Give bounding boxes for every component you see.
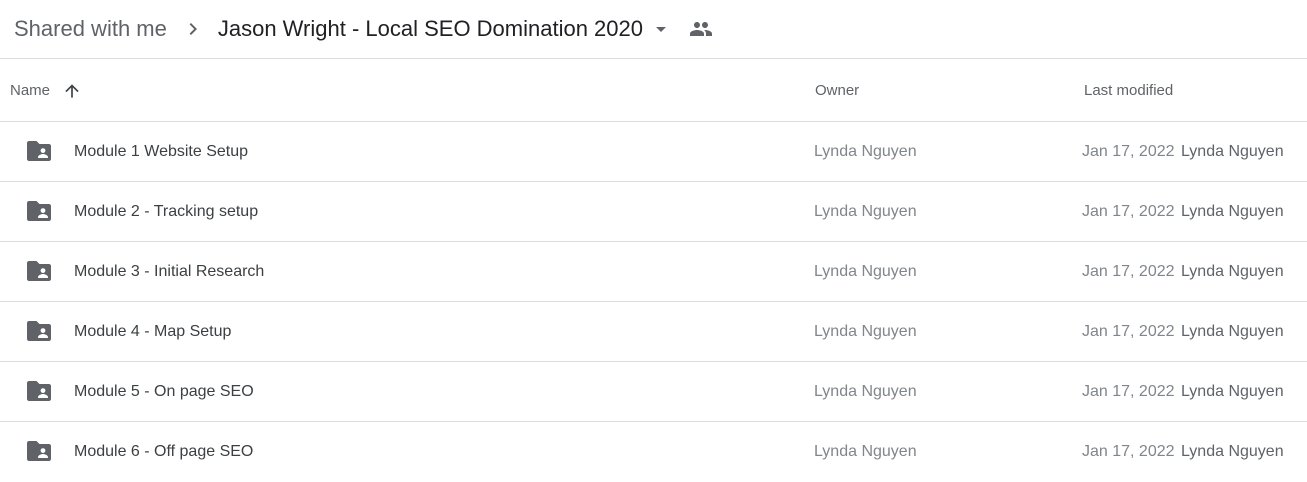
file-list: Module 1 Website Setup Lynda Nguyen Jan … xyxy=(0,122,1307,482)
column-header-name-label: Name xyxy=(10,82,51,99)
current-folder-title: Jason Wright - Local SEO Domination 2020 xyxy=(217,16,644,41)
breadcrumb-shared-with-me[interactable]: Shared with me xyxy=(14,12,167,46)
item-modified-date: Jan 17, 2022 xyxy=(1082,143,1175,160)
item-modified-by: Lynda Nguyen xyxy=(1181,203,1284,220)
table-row[interactable]: Module 4 - Map Setup Lynda Nguyen Jan 17… xyxy=(0,302,1307,362)
item-modified-by: Lynda Nguyen xyxy=(1181,383,1284,400)
column-header-owner-label: Owner xyxy=(815,82,860,99)
item-modified-date: Jan 17, 2022 xyxy=(1082,443,1175,460)
item-name: Module 2 - Tracking setup xyxy=(74,203,259,220)
item-modified-date: Jan 17, 2022 xyxy=(1082,263,1175,280)
table-row[interactable]: Module 3 - Initial Research Lynda Nguyen… xyxy=(0,242,1307,302)
shared-folder-icon xyxy=(26,199,52,223)
breadcrumb-current-folder[interactable]: Jason Wright - Local SEO Domination 2020 xyxy=(218,16,673,42)
table-row[interactable]: Module 1 Website Setup Lynda Nguyen Jan … xyxy=(0,122,1307,182)
item-owner: Lynda Nguyen xyxy=(814,323,917,340)
column-header-last-modified-label: Last modified xyxy=(1084,82,1174,99)
item-modified-by: Lynda Nguyen xyxy=(1181,263,1284,280)
item-modified-by: Lynda Nguyen xyxy=(1181,323,1284,340)
column-header-row: Name Owner Last modified xyxy=(0,60,1307,122)
item-name: Module 3 - Initial Research xyxy=(74,263,265,280)
item-owner: Lynda Nguyen xyxy=(814,383,917,400)
breadcrumb-bar: Shared with me Jason Wright - Local SEO … xyxy=(0,0,1307,59)
column-header-name[interactable]: Name xyxy=(10,60,82,121)
item-modified-by: Lynda Nguyen xyxy=(1181,443,1284,460)
item-owner: Lynda Nguyen xyxy=(814,263,917,280)
item-modified-date: Jan 17, 2022 xyxy=(1082,203,1175,220)
column-header-last-modified[interactable]: Last modified xyxy=(1084,60,1173,121)
item-owner: Lynda Nguyen xyxy=(814,203,917,220)
item-name: Module 6 - Off page SEO xyxy=(74,443,254,460)
shared-folder-icon xyxy=(26,139,52,163)
arrow-up-icon[interactable] xyxy=(62,81,82,101)
item-modified-date: Jan 17, 2022 xyxy=(1082,323,1175,340)
item-name: Module 4 - Map Setup xyxy=(74,323,232,340)
people-icon[interactable] xyxy=(689,17,713,41)
item-owner: Lynda Nguyen xyxy=(814,443,917,460)
item-modified-by: Lynda Nguyen xyxy=(1181,143,1284,160)
shared-folder-icon xyxy=(26,319,52,343)
item-name: Module 1 Website Setup xyxy=(74,143,249,160)
shared-folder-icon xyxy=(26,379,52,403)
table-row[interactable]: Module 6 - Off page SEO Lynda Nguyen Jan… xyxy=(0,422,1307,482)
shared-folder-icon xyxy=(26,439,52,463)
table-row[interactable]: Module 2 - Tracking setup Lynda Nguyen J… xyxy=(0,182,1307,242)
shared-folder-icon xyxy=(26,259,52,283)
item-name: Module 5 - On page SEO xyxy=(74,383,254,400)
table-row[interactable]: Module 5 - On page SEO Lynda Nguyen Jan … xyxy=(0,362,1307,422)
item-modified-date: Jan 17, 2022 xyxy=(1082,383,1175,400)
chevron-right-icon xyxy=(181,17,205,41)
item-owner: Lynda Nguyen xyxy=(814,143,917,160)
arrow-drop-down-icon[interactable] xyxy=(649,17,673,41)
column-header-owner[interactable]: Owner xyxy=(815,60,859,121)
